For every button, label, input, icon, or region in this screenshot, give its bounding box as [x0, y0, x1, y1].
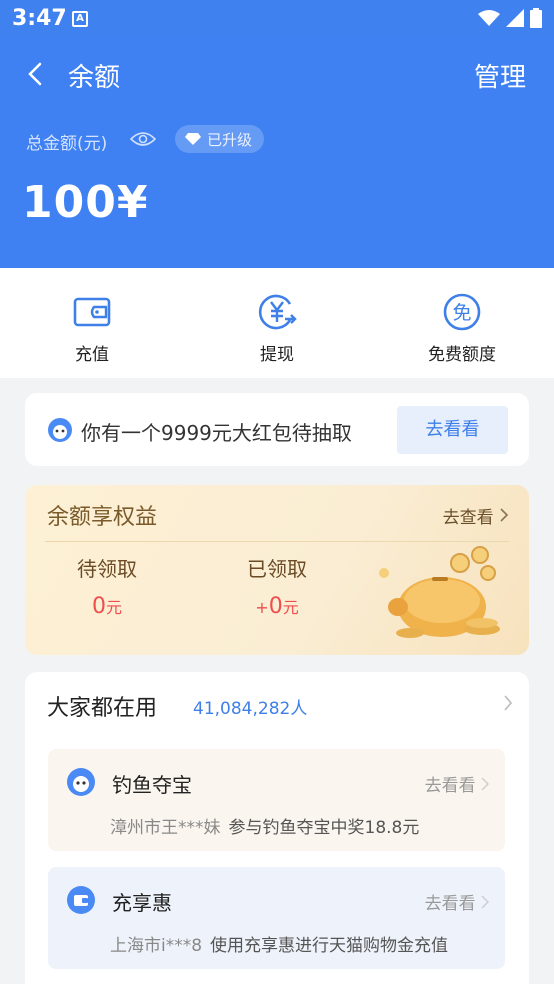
item-go-label: 去看看 — [424, 894, 476, 914]
diamond-icon — [185, 133, 201, 145]
benefits-divider — [45, 541, 509, 542]
claimed-label: 已领取 — [247, 557, 307, 581]
chevron-right-icon[interactable] — [503, 694, 513, 712]
eye-toggle-icon[interactable] — [130, 129, 156, 149]
claimed-prefix: + — [255, 598, 269, 617]
item-go-label: 去看看 — [424, 776, 476, 796]
chevron-right-icon — [481, 895, 489, 909]
pending-unit: 元 — [105, 598, 122, 617]
piggy-bank-icon — [379, 546, 500, 638]
item-name: 充享惠 — [112, 891, 172, 915]
fishing-mascot-icon — [67, 768, 95, 796]
pending-label: 待领取 — [77, 557, 137, 581]
benefits-view-label: 去查看 — [442, 508, 494, 528]
item-desc-text: 使用充享惠进行天猫购物金充值 — [210, 936, 449, 956]
free-quota-label: 免费额度 — [428, 345, 496, 365]
red-packet-text: 你有一个9999元大红包待抽取 — [81, 421, 352, 445]
popular-title: 大家都在用 — [47, 696, 158, 721]
recharge-action[interactable]: 充值 — [22, 292, 162, 365]
item-go-link[interactable]: 去看看 — [425, 771, 489, 796]
popular-user-count: 41,084,282人 — [193, 699, 308, 719]
status-time: 3:47 — [12, 6, 67, 31]
item-go-link[interactable]: 去看看 — [425, 889, 489, 914]
list-item-recharge-benefit[interactable]: 充享惠 去看看 上海市i***8 使用充享惠进行天猫购物金充值 — [48, 867, 505, 969]
claimed-stat: 已领取 +0元 — [217, 553, 337, 619]
claimed-unit: 元 — [282, 598, 299, 617]
item-description: 漳州市王***妹 参与钓鱼夺宝中奖18.8元 — [110, 813, 419, 838]
recharge-label: 充值 — [75, 345, 109, 365]
list-item-fishing[interactable]: 钓鱼夺宝 去看看 漳州市王***妹 参与钓鱼夺宝中奖18.8元 — [48, 749, 505, 851]
withdraw-action[interactable]: 提现 — [207, 292, 347, 365]
wifi-icon — [478, 10, 500, 26]
red-packet-card: 你有一个9999元大红包待抽取 去看看 — [25, 393, 529, 466]
pending-value: 0元 — [47, 594, 167, 619]
free-icon: 免 — [443, 293, 481, 331]
claimed-value: +0元 — [217, 594, 337, 619]
chevron-right-icon — [500, 508, 509, 522]
benefits-view-link[interactable]: 去查看 — [443, 503, 509, 528]
pending-number: 0 — [91, 594, 106, 619]
red-packet-button[interactable]: 去看看 — [397, 406, 508, 454]
yuan-withdraw-icon — [258, 294, 297, 330]
popular-services-card: 大家都在用 41,084,282人 钓鱼夺宝 去看看 漳州市王***妹 参与钓鱼夺… — [25, 672, 529, 984]
item-user: 上海市i***8 — [110, 936, 203, 956]
free-quota-action[interactable]: 免 免费额度 — [392, 292, 532, 365]
svg-text:免: 免 — [452, 302, 471, 324]
red-packet-mascot-icon — [48, 418, 72, 442]
page-title: 余额 — [68, 63, 121, 93]
system-icons — [478, 8, 542, 28]
item-desc-text: 参与钓鱼夺宝中奖18.8元 — [228, 818, 420, 838]
benefits-title: 余额享权益 — [47, 505, 158, 530]
claimed-number: 0 — [268, 594, 283, 619]
badge-label: 已升级 — [207, 130, 253, 149]
balance-amount: 100¥ — [22, 177, 149, 228]
item-name: 钓鱼夺宝 — [112, 773, 192, 797]
item-user: 漳州市王***妹 — [110, 818, 221, 838]
signal-icon — [506, 9, 524, 27]
pending-stat: 待领取 0元 — [47, 553, 167, 619]
wallet-circle-icon — [67, 886, 95, 914]
withdraw-label: 提现 — [260, 345, 294, 365]
battery-icon — [530, 8, 542, 28]
wallet-icon — [73, 297, 111, 327]
notification-a-icon: A — [72, 11, 88, 27]
manage-button[interactable]: 管理 — [474, 57, 526, 94]
upgraded-badge: 已升级 — [175, 125, 265, 153]
back-arrow-icon[interactable] — [22, 59, 52, 89]
total-amount-label: 总金额(元) — [26, 134, 108, 154]
status-bar: 3:47 A — [0, 0, 554, 37]
quick-actions: 充值 提现 免 免费额度 — [0, 268, 554, 378]
balance-benefits-card: 余额享权益 去查看 待领取 0元 已领取 +0元 — [25, 485, 529, 655]
chevron-right-icon — [481, 777, 489, 791]
balance-header: 余额 管理 总金额(元) 已升级 100¥ — [0, 37, 554, 268]
item-description: 上海市i***8 使用充享惠进行天猫购物金充值 — [110, 931, 448, 956]
